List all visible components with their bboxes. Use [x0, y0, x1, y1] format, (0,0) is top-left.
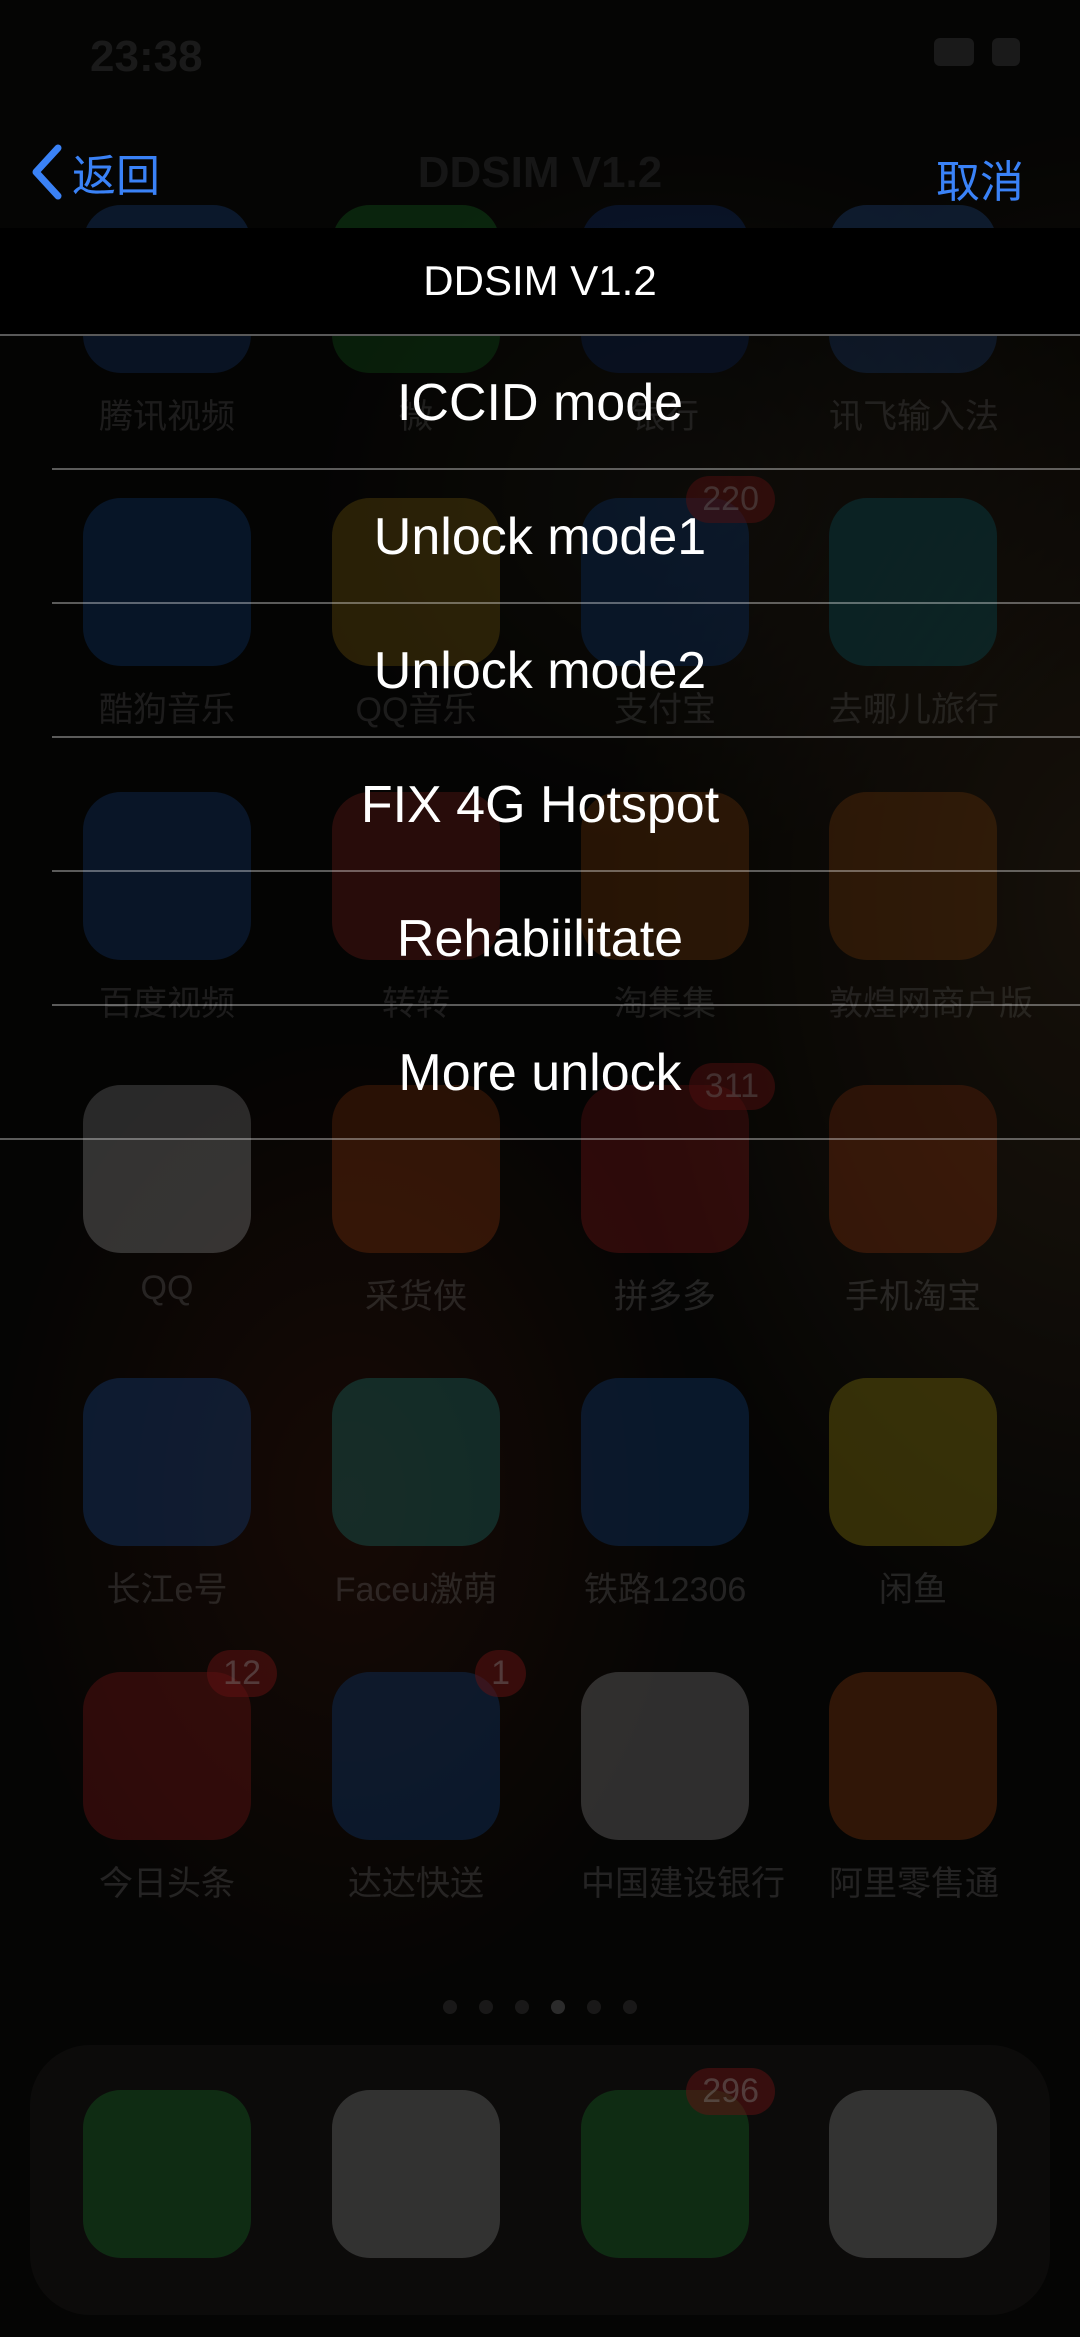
menu-item-unlock-mode2[interactable]: Unlock mode2: [0, 604, 1080, 738]
menu-item-label: FIX 4G Hotspot: [360, 776, 720, 834]
divider: [0, 1138, 1080, 1140]
battery-icon: [992, 38, 1020, 66]
menu-item-rehabilitate[interactable]: Rehabiilitate: [0, 872, 1080, 1006]
action-sheet: DDSIM V1.2 ICCID mode Unlock mode1 Unloc…: [0, 228, 1080, 1140]
status-time: 23:38: [90, 32, 203, 81]
wifi-icon: [934, 38, 974, 66]
status-bar: 23:38: [0, 0, 1080, 120]
menu-item-fix-4g-hotspot[interactable]: FIX 4G Hotspot: [0, 738, 1080, 872]
nav-title: DDSIM V1.2: [417, 148, 663, 197]
menu-item-label: Unlock mode2: [373, 642, 707, 700]
menu-item-label: ICCID mode: [396, 374, 684, 432]
cancel-button[interactable]: 取消: [936, 146, 1024, 210]
sheet-title: DDSIM V1.2: [0, 228, 1080, 336]
menu-item-more-unlock[interactable]: More unlock: [0, 1006, 1080, 1140]
menu-item-iccid-mode[interactable]: ICCID mode: [0, 336, 1080, 470]
menu-item-label: More unlock: [398, 1044, 682, 1102]
menu-item-label: Unlock mode1: [373, 508, 707, 566]
menu-item-unlock-mode1[interactable]: Unlock mode1: [0, 470, 1080, 604]
menu-item-label: Rehabiilitate: [396, 910, 684, 968]
navigation-bar: 返回 DDSIM V1.2 取消: [0, 130, 1080, 220]
